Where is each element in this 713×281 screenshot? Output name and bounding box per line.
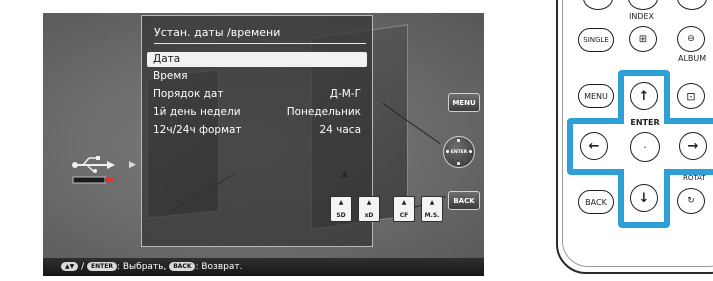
remote-menu-button[interactable]: MENU — [578, 84, 614, 108]
remote-single-button[interactable]: SINGLE — [578, 28, 614, 52]
remote-right-button[interactable]: → — [679, 132, 707, 160]
arrow-right-icon: → — [687, 138, 699, 154]
menu-item-time[interactable]: Время — [147, 69, 367, 84]
menu-title: Устан. даты /времени — [154, 26, 366, 44]
rotate-icon: ↻ — [687, 196, 695, 206]
remote-rotate-label: ROTAT — [683, 174, 706, 182]
card-slot-label: xD — [364, 212, 374, 219]
frame-menu-button[interactable]: MENU — [448, 93, 480, 112]
menu-item-label: Дата — [153, 53, 181, 65]
dial-dot-icon — [446, 150, 449, 153]
arrow-down-icon: ↓ — [638, 190, 650, 206]
usb-icon — [72, 156, 115, 184]
remote-index-label: INDEX — [629, 12, 655, 21]
remote-enter-button[interactable]: · — [630, 132, 660, 162]
eject-triangle-icon: ▲ — [366, 199, 372, 206]
eject-triangle-icon: ▲ — [338, 199, 344, 206]
enter-dial-label: ENTER — [450, 149, 468, 155]
menu-item-date-order[interactable]: Порядок дат Д-М-Г — [147, 87, 367, 102]
remote-zoom-out-button[interactable]: ⊖ — [677, 26, 705, 52]
menu-item-value: 24 часа — [319, 124, 361, 136]
remote-back-button[interactable]: BACK — [578, 190, 614, 214]
menu-item-date[interactable]: Дата — [147, 52, 367, 67]
back-key-pill: BACK — [169, 262, 196, 271]
remote-left-button[interactable]: ← — [580, 132, 608, 160]
frame-back-button[interactable]: BACK — [448, 191, 480, 210]
menu-item-label: 1й день недели — [153, 106, 241, 118]
remote-enter-label: ENTER — [630, 118, 660, 127]
remote-down-button[interactable]: ↓ — [630, 184, 658, 212]
album-icon: ⊡ — [686, 89, 696, 103]
remote-album-label: ALBUM — [678, 54, 707, 63]
up-down-arrows-icon: ▲▼ — [61, 262, 79, 271]
grid-icon: ⊞ — [638, 33, 648, 45]
frame-screen: ▶ Устан. даты /времени Дата Время Порядо… — [43, 13, 484, 276]
menu-item-label: Время — [153, 70, 188, 82]
eject-triangle-icon: ▲ — [401, 199, 407, 206]
card-slot-sd: ▲ SD — [330, 196, 352, 222]
card-slot-label: M.S. — [424, 212, 440, 219]
status-separator: / — [81, 262, 85, 272]
usb-pointer-arrow-icon: ▶ — [129, 160, 136, 170]
dial-dot-icon — [457, 139, 460, 142]
menu-item-value: Д-М-Г — [329, 88, 361, 100]
menu-item-hour-format[interactable]: 12ч/24ч формат 24 часа — [147, 123, 367, 138]
menu-item-value: Понедельник — [286, 106, 361, 118]
remote-index-button[interactable]: ⊞ — [629, 26, 657, 52]
card-slot-ms: ▲ M.S. — [421, 196, 443, 222]
remote-rotate-button[interactable]: ↻ — [677, 188, 705, 214]
remote-up-button[interactable]: ↑ — [630, 82, 658, 110]
status-select-text: : Выбрать, — [116, 262, 167, 272]
enter-dot-icon: · — [643, 140, 647, 154]
card-slot-label: CF — [399, 212, 409, 219]
status-return-text: : Возврат. — [195, 262, 243, 272]
arrow-left-icon: ← — [588, 138, 600, 154]
dial-dot-icon — [457, 162, 460, 165]
menu-item-label: Порядок дат — [153, 88, 224, 100]
card-slot-label: SD — [336, 212, 346, 219]
remote-album-button[interactable]: ⊡ — [677, 83, 705, 109]
frame-enter-dial[interactable]: ENTER — [443, 136, 475, 168]
card-slot-xd: ▲ xD — [358, 196, 380, 222]
menu-item-label: 12ч/24ч формат — [153, 124, 242, 136]
eject-triangle-icon: ▲ — [429, 199, 435, 206]
menu-item-first-weekday[interactable]: 1й день недели Понедельник — [147, 105, 367, 120]
status-bar: ▲▼ / ENTER: Выбрать, BACK: Возврат. — [43, 258, 484, 276]
dial-dot-icon — [469, 150, 472, 153]
arrow-up-icon: ↑ — [638, 88, 650, 104]
card-slot-cf: ▲ CF — [393, 196, 415, 222]
zoom-out-icon: ⊖ — [687, 34, 695, 44]
slot-pointer-arrow-icon: ▲ — [341, 169, 348, 179]
enter-key-pill: ENTER — [87, 262, 117, 271]
